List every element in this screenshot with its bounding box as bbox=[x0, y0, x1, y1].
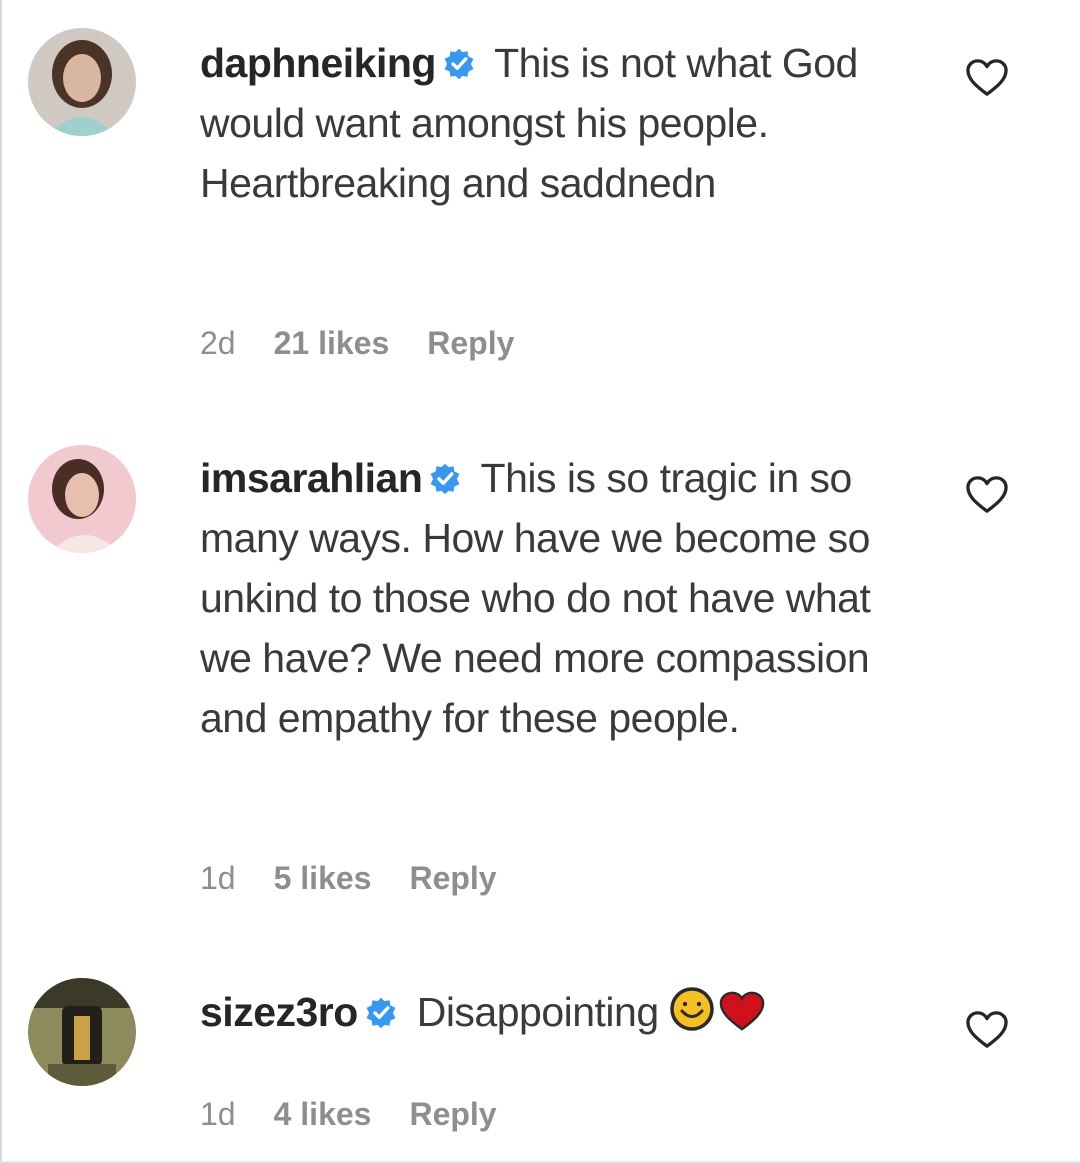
smiling-face-emoji bbox=[669, 987, 714, 1031]
comment-content: sizez3ro Disappointing bbox=[200, 982, 900, 1042]
heart-outline-icon[interactable] bbox=[964, 1010, 1010, 1050]
comment-meta: 1d 5 likes Reply bbox=[200, 860, 535, 897]
likes-count[interactable]: 21 likes bbox=[274, 325, 390, 362]
comment-text: Disappointing bbox=[405, 989, 659, 1035]
username[interactable]: imsarahlian bbox=[200, 455, 423, 501]
avatar[interactable] bbox=[28, 28, 136, 136]
comment-text-block: sizez3ro Disappointing bbox=[200, 982, 900, 1042]
comment-time: 2d bbox=[200, 325, 236, 361]
comment-text-block: daphneiking This is not what God would w… bbox=[200, 33, 900, 213]
heart-outline-icon[interactable] bbox=[964, 58, 1010, 98]
comment-time: 1d bbox=[200, 860, 236, 896]
verified-badge-icon bbox=[444, 48, 474, 80]
username[interactable]: sizez3ro bbox=[200, 989, 358, 1035]
avatar[interactable] bbox=[28, 445, 136, 553]
heart-outline-icon[interactable] bbox=[964, 475, 1010, 515]
red-heart-emoji bbox=[719, 991, 764, 1031]
likes-count[interactable]: 4 likes bbox=[274, 1096, 372, 1133]
username[interactable]: daphneiking bbox=[200, 40, 436, 86]
comment-meta: 2d 21 likes Reply bbox=[200, 325, 552, 362]
comment-time: 1d bbox=[200, 1096, 236, 1132]
verified-badge-icon bbox=[430, 463, 460, 495]
likes-count[interactable]: 5 likes bbox=[274, 860, 372, 897]
comment-content: imsarahlian This is so tragic in so many… bbox=[200, 448, 900, 748]
comment-text-block: imsarahlian This is so tragic in so many… bbox=[200, 448, 900, 748]
comment-content: daphneiking This is not what God would w… bbox=[200, 33, 900, 213]
reply-button[interactable]: Reply bbox=[409, 860, 496, 897]
comment-meta: 1d 4 likes Reply bbox=[200, 1096, 535, 1133]
reply-button[interactable]: Reply bbox=[427, 325, 514, 362]
avatar[interactable] bbox=[28, 978, 136, 1086]
verified-badge-icon bbox=[366, 997, 396, 1029]
reply-button[interactable]: Reply bbox=[409, 1096, 496, 1133]
